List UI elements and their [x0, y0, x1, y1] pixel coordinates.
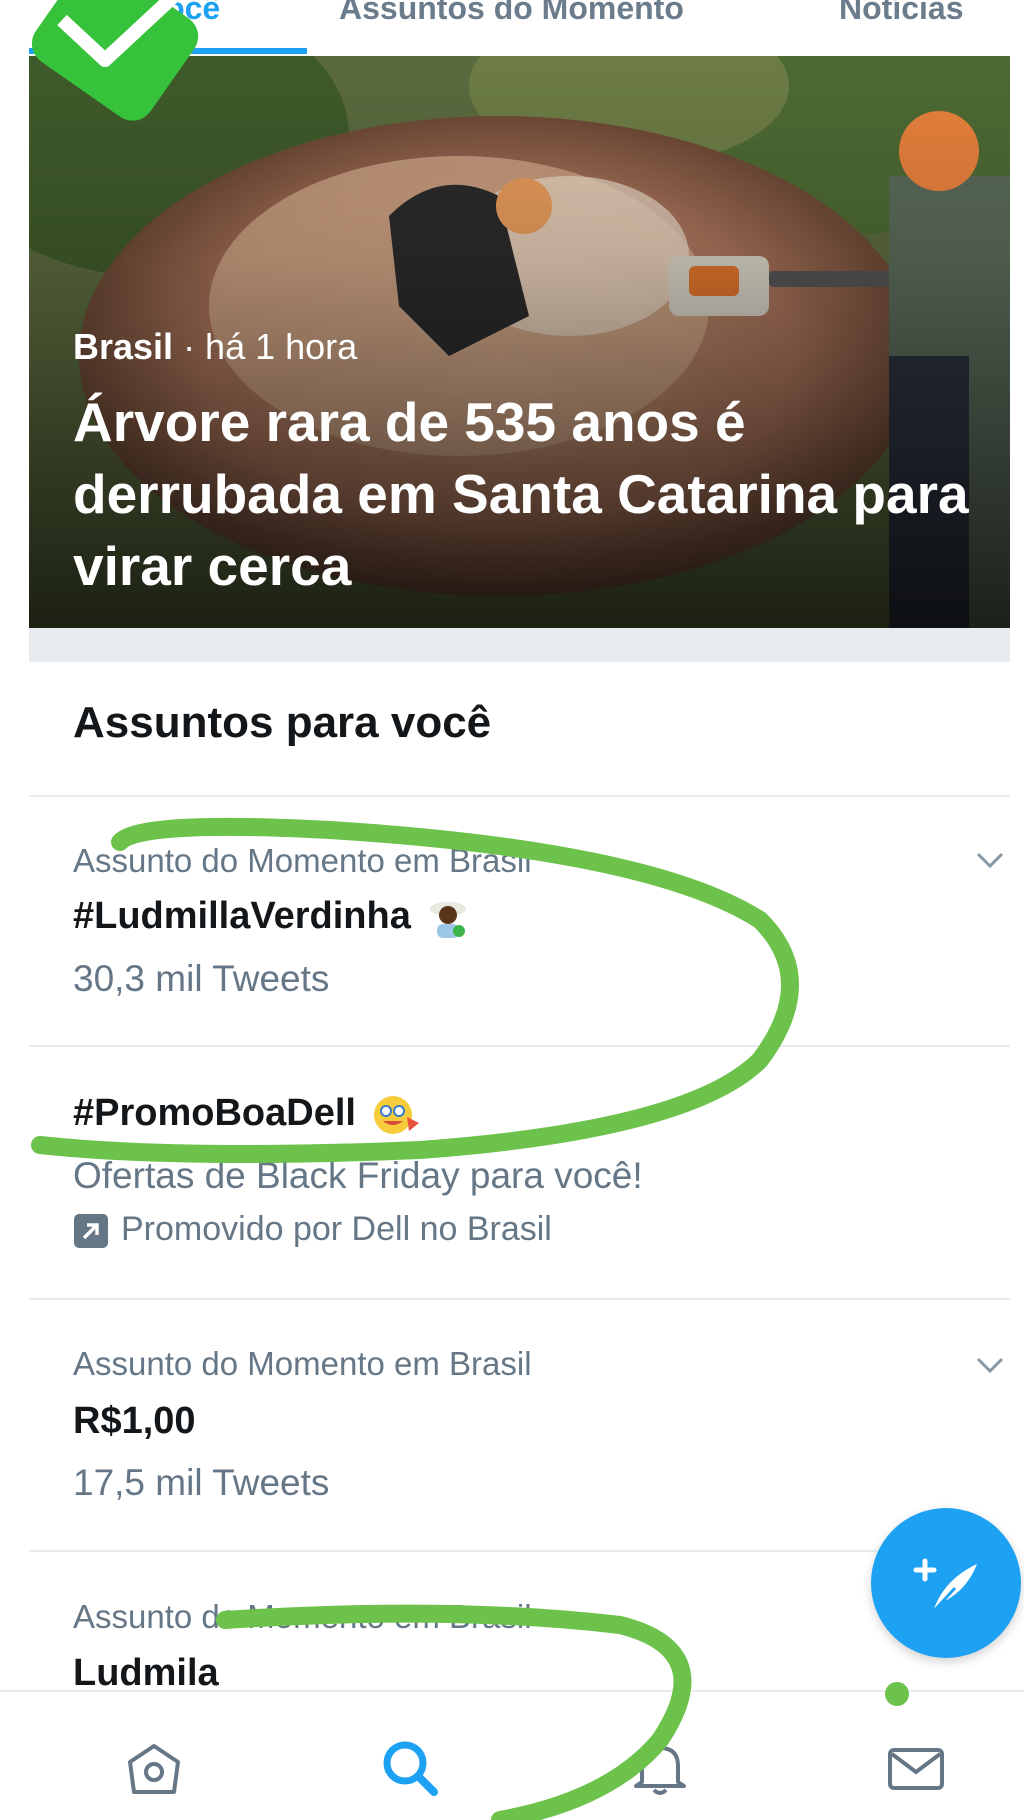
divider [29, 795, 1010, 797]
promoted-arrow-icon [74, 1214, 108, 1249]
section-title: Assuntos para você [73, 698, 492, 747]
trend-context: Assunto do Momento em Brasil [73, 1598, 532, 1635]
bottom-navigation [0, 1682, 1024, 1820]
trend-item-ludmila[interactable]: Ludmila [73, 1652, 219, 1695]
tab-para-voce[interactable]: Para você [69, 0, 220, 27]
farmer-emoji-icon [430, 901, 467, 938]
hero-headline[interactable]: Árvore rara de 535 anos é derrubada em S… [73, 386, 973, 602]
divider [29, 1045, 1010, 1047]
money-face-emoji-icon [373, 1095, 419, 1134]
explore-screen: Para você Assuntos do Momento Notícias B… [0, 0, 1024, 1820]
trend-name: #PromoBoaDell [73, 1092, 356, 1134]
divider [29, 1550, 1010, 1552]
tab-assuntos-do-momento[interactable]: Assuntos do Momento [339, 0, 684, 27]
hero-source: Brasil [73, 326, 174, 367]
bell-icon[interactable] [628, 1736, 692, 1800]
search-icon[interactable] [378, 1736, 442, 1800]
home-icon[interactable] [122, 1736, 186, 1800]
promoted-description: Ofertas de Black Friday para você! [73, 1155, 643, 1196]
promoted-by-text: Promovido por Dell no Brasil [121, 1210, 552, 1248]
trend-tweet-count: 30,3 mil Tweets [73, 958, 330, 999]
trend-context: Assunto do Momento em Brasil [73, 842, 532, 879]
notification-dot [885, 1682, 909, 1706]
hero-meta: Brasil · há 1 hora [73, 326, 357, 368]
divider [29, 1298, 1010, 1300]
compose-tweet-icon [913, 1558, 977, 1614]
trend-item-ludmillaverdinha[interactable]: #LudmillaVerdinha [73, 895, 469, 939]
active-tab-indicator [29, 48, 307, 54]
trend-name: #LudmillaVerdinha [73, 895, 411, 937]
promoted-label[interactable]: Promovido por Dell no Brasil [73, 1210, 552, 1249]
trend-tweet-count: 17,5 mil Tweets [73, 1462, 330, 1503]
chevron-down-icon[interactable] [975, 850, 1005, 870]
trend-item-promoboadell[interactable]: #PromoBoaDell [73, 1092, 421, 1137]
mail-icon[interactable] [884, 1736, 948, 1800]
trend-item-r-1-00[interactable]: R$1,00 [73, 1400, 196, 1443]
section-divider [29, 628, 1010, 662]
trend-context: Assunto do Momento em Brasil [73, 1345, 532, 1382]
hero-news-card[interactable]: Brasil · há 1 hora Árvore rara de 535 an… [29, 56, 1010, 628]
hero-time: · há 1 hora [173, 326, 358, 367]
tab-noticias[interactable]: Notícias [839, 0, 963, 27]
explore-tabbar: Para você Assuntos do Momento Notícias [29, 0, 1010, 56]
compose-tweet-button[interactable] [871, 1508, 1021, 1658]
chevron-down-icon[interactable] [975, 1355, 1005, 1375]
